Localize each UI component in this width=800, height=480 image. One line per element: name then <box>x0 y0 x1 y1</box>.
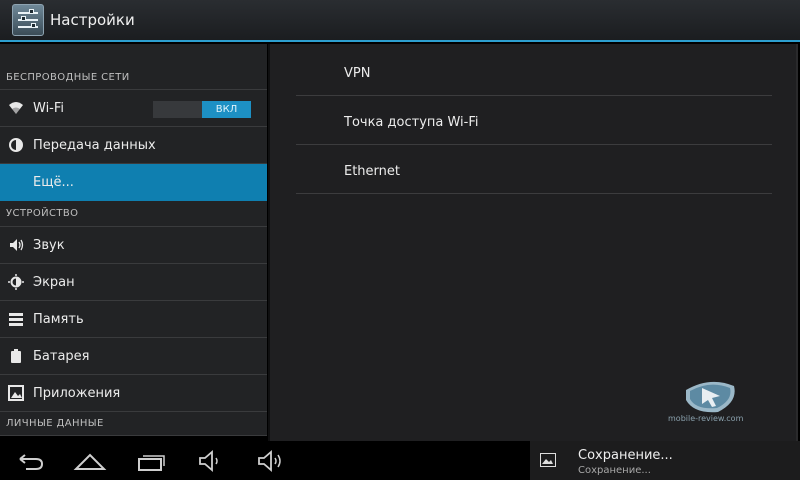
settings-sliders-icon[interactable] <box>12 4 44 36</box>
display-icon <box>8 274 24 290</box>
volume-up-icon[interactable] <box>255 449 291 473</box>
sidebar-item-label: Память <box>33 311 84 327</box>
apps-icon <box>8 385 24 401</box>
image-icon <box>540 453 556 467</box>
page-title: Настройки <box>50 11 135 29</box>
notification-area[interactable]: Сохранение... Сохранение... <box>530 441 800 480</box>
volume-down-icon[interactable] <box>195 449 231 473</box>
sidebar-item-label: Передача данных <box>33 137 156 153</box>
sidebar-item-label: Батарея <box>33 348 90 364</box>
settings-sidebar: БЕСПРОВОДНЫЕ СЕТИ Wi-Fi ВКЛ Передача дан… <box>0 44 267 436</box>
back-icon[interactable] <box>12 449 48 473</box>
sidebar-item-battery[interactable]: Батарея <box>0 338 267 375</box>
pref-item-vpn[interactable]: VPN <box>296 47 772 96</box>
content-pane: VPN Точка доступа Wi-Fi Ethernet mobile-… <box>268 44 798 441</box>
wifi-toggle-on-label: ВКЛ <box>202 101 251 118</box>
watermark-text: mobile-review.com <box>668 414 744 423</box>
sidebar-item-data-usage[interactable]: Передача данных <box>0 127 267 164</box>
notification-subtitle: Сохранение... <box>578 465 651 476</box>
recent-apps-icon[interactable] <box>134 449 170 473</box>
action-bar: Настройки <box>0 0 800 42</box>
sidebar-item-label: Экран <box>33 274 75 290</box>
sidebar-item-sound[interactable]: Звук <box>0 227 267 264</box>
storage-icon <box>8 311 24 327</box>
pref-item-label: Ethernet <box>344 164 400 179</box>
pref-item-label: Точка доступа Wi-Fi <box>344 115 479 130</box>
pref-item-label: VPN <box>344 66 371 81</box>
wifi-icon <box>8 100 24 116</box>
sidebar-item-label: Ещё... <box>33 174 74 190</box>
sidebar-item-wifi[interactable]: Wi-Fi ВКЛ <box>0 90 267 127</box>
section-header-wireless: БЕСПРОВОДНЫЕ СЕТИ <box>0 44 267 90</box>
sidebar-item-display[interactable]: Экран <box>0 264 267 301</box>
sidebar-item-storage[interactable]: Память <box>0 301 267 338</box>
wifi-toggle[interactable]: ВКЛ <box>153 101 251 118</box>
speaker-icon <box>8 237 24 253</box>
battery-icon <box>8 348 24 364</box>
section-header-device: УСТРОЙСТВО <box>0 201 267 227</box>
sidebar-item-apps[interactable]: Приложения <box>0 375 267 412</box>
data-usage-icon <box>8 137 24 153</box>
pref-item-ethernet[interactable]: Ethernet <box>296 145 772 194</box>
section-header-personal: ЛИЧНЫЕ ДАННЫЕ <box>0 412 267 436</box>
home-icon[interactable] <box>72 449 108 473</box>
notification-title: Сохранение... <box>578 448 673 463</box>
sidebar-item-more[interactable]: Ещё... <box>0 164 267 201</box>
sidebar-item-label: Приложения <box>33 385 121 401</box>
pref-item-hotspot[interactable]: Точка доступа Wi-Fi <box>296 96 772 145</box>
sidebar-item-label: Звук <box>33 237 65 253</box>
sidebar-item-label: Wi-Fi <box>33 100 65 116</box>
